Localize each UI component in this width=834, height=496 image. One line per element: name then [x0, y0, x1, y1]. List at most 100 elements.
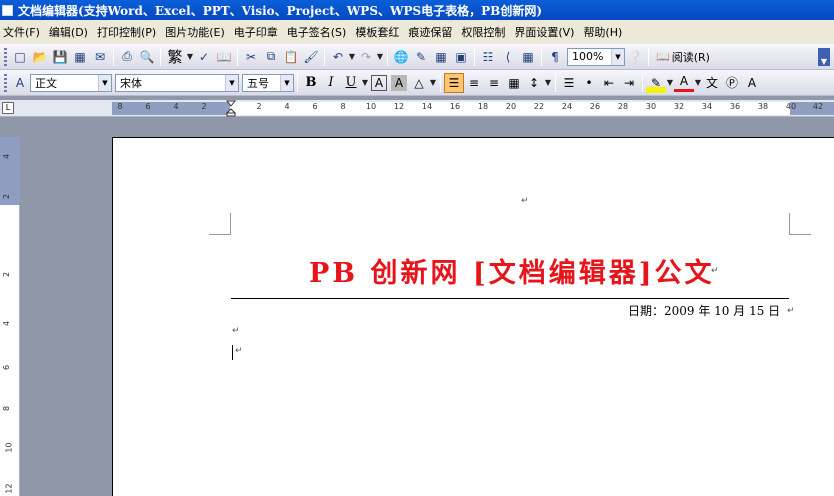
- menu-electronic-seal[interactable]: 电子印章: [231, 24, 284, 40]
- styles-formatting-icon[interactable]: A: [10, 73, 30, 93]
- vruler-number: 8: [2, 405, 12, 412]
- line-spacing-icon[interactable]: ↕: [524, 73, 544, 93]
- chevron-down-icon[interactable]: ▼: [429, 73, 437, 93]
- menu-permission-control[interactable]: 权限控制: [458, 24, 511, 40]
- font-size-select[interactable]: 五号 ▼: [242, 73, 294, 92]
- chevron-down-icon[interactable]: ▼: [376, 47, 384, 67]
- undo-icon[interactable]: ↶: [328, 47, 348, 67]
- increase-indent-icon[interactable]: ⇥: [619, 73, 639, 93]
- tab-selector[interactable]: L: [2, 102, 14, 114]
- redo-icon[interactable]: ↷: [356, 47, 376, 67]
- traditional-chinese-button[interactable]: 繁: [164, 47, 186, 67]
- menu-interface-settings[interactable]: 界面设置(V): [511, 24, 580, 40]
- align-center-icon[interactable]: ≡: [464, 73, 484, 93]
- email-icon[interactable]: ✉: [90, 47, 110, 67]
- chevron-down-icon[interactable]: ▼: [694, 73, 702, 93]
- menu-track-changes[interactable]: 痕迹保留: [405, 24, 458, 40]
- align-right-icon[interactable]: ≡: [484, 73, 504, 93]
- chevron-down-icon[interactable]: ▼: [666, 73, 674, 93]
- print-preview-icon[interactable]: 🔍: [137, 47, 157, 67]
- toolbar-grip[interactable]: [4, 73, 7, 92]
- ruler-number: 12: [393, 102, 405, 111]
- app-icon: [2, 4, 13, 16]
- print-icon[interactable]: ⎙: [117, 47, 137, 67]
- character-scaling-icon[interactable]: △: [409, 73, 429, 93]
- menu-image-functions[interactable]: 图片功能(E): [162, 24, 231, 40]
- columns-icon[interactable]: ☷: [478, 47, 498, 67]
- window-title: 文档编辑器(支持Word、Excel、PPT、Visio、Project、WPS…: [18, 3, 542, 18]
- font-select[interactable]: 宋体 ▼: [115, 73, 239, 92]
- menu-help[interactable]: 帮助(H): [580, 24, 628, 40]
- numbering-icon[interactable]: ☰: [559, 73, 579, 93]
- chevron-down-icon[interactable]: ▼: [186, 47, 194, 67]
- chevron-down-icon[interactable]: ▼: [361, 73, 369, 93]
- zoom-value: 100%: [572, 50, 604, 63]
- paragraph-mark-icon: ↵: [235, 346, 243, 356]
- chevron-down-icon[interactable]: ▼: [544, 73, 552, 93]
- chevron-down-icon[interactable]: ▼: [611, 48, 624, 65]
- ruler-number: 8: [117, 102, 123, 111]
- chevron-down-icon[interactable]: ▼: [348, 47, 356, 67]
- ruler-number: 2: [201, 102, 207, 111]
- title-bar: 文档编辑器(支持Word、Excel、PPT、Visio、Project、WPS…: [0, 0, 834, 20]
- ruler-number: 24: [561, 102, 573, 111]
- drawing-icon[interactable]: ⟨: [498, 47, 518, 67]
- zoom-select[interactable]: 100% ▼: [567, 47, 625, 66]
- paste-icon[interactable]: 📋: [281, 47, 301, 67]
- underline-button[interactable]: U: [341, 73, 361, 93]
- toolbar-separator: [113, 47, 114, 66]
- read-button[interactable]: 📖 阅读(R): [652, 47, 714, 67]
- ruler-number: 10: [365, 102, 377, 111]
- copy-icon[interactable]: ⧉: [261, 47, 281, 67]
- font-value: 宋体: [120, 76, 142, 90]
- align-justify-icon[interactable]: ☰: [444, 72, 464, 93]
- toolbar-grip[interactable]: [4, 47, 7, 66]
- font-color-icon[interactable]: A: [674, 74, 694, 92]
- menu-file[interactable]: 文件(F): [0, 24, 46, 40]
- phonetic-guide-icon[interactable]: 文: [702, 73, 722, 93]
- horizontal-ruler[interactable]: L 8 6 4 2 2 4 6 8 10 12 14 16 18 20 22 24 26 28 30 32 34 36 38…: [0, 100, 834, 117]
- document-map-icon[interactable]: ▦: [518, 47, 538, 67]
- enclose-characters-icon[interactable]: Ⓟ: [722, 73, 742, 93]
- highlight-icon[interactable]: ✎: [646, 72, 666, 93]
- italic-button[interactable]: I: [321, 73, 341, 93]
- cut-icon[interactable]: ✂: [241, 47, 261, 67]
- help-icon[interactable]: ❔: [625, 47, 645, 67]
- research-icon[interactable]: 📖: [214, 47, 234, 67]
- style-select[interactable]: 正文 ▼: [30, 73, 112, 92]
- character-border-icon[interactable]: A: [371, 74, 387, 91]
- chevron-down-icon[interactable]: ▼: [225, 74, 238, 91]
- insert-excel-icon[interactable]: ▣: [451, 47, 471, 67]
- new-document-icon[interactable]: □: [10, 47, 30, 67]
- format-painter-icon[interactable]: 🖌: [301, 47, 321, 67]
- indent-marker-icon[interactable]: [226, 100, 236, 117]
- character-shading-icon[interactable]: A: [391, 74, 407, 91]
- vertical-ruler[interactable]: 4 2 2 4 6 8 10 12: [0, 137, 20, 496]
- bullets-icon[interactable]: •: [579, 73, 599, 93]
- hyperlink-icon[interactable]: 🌐: [391, 47, 411, 67]
- menu-edit[interactable]: 编辑(D): [46, 24, 94, 40]
- tables-borders-icon[interactable]: ✎: [411, 47, 431, 67]
- distributed-icon[interactable]: ▦: [504, 73, 524, 93]
- toolbar-overflow-icon[interactable]: ▼: [818, 48, 830, 66]
- open-folder-icon[interactable]: 📂: [30, 47, 50, 67]
- chevron-down-icon[interactable]: ▼: [98, 74, 111, 91]
- menu-electronic-signature[interactable]: 电子签名(S): [284, 24, 353, 40]
- ruler-number: 30: [645, 102, 657, 111]
- decrease-indent-icon[interactable]: ⇤: [599, 73, 619, 93]
- grow-font-icon[interactable]: A: [742, 73, 762, 93]
- show-hide-icon[interactable]: ¶: [545, 47, 565, 67]
- ruler-number: 6: [145, 102, 151, 111]
- menu-print-control[interactable]: 打印控制(P): [94, 24, 162, 40]
- bold-button[interactable]: B: [301, 73, 321, 93]
- save-icon[interactable]: 💾: [50, 47, 70, 67]
- permission-icon[interactable]: ▦: [70, 47, 90, 67]
- chevron-down-icon[interactable]: ▼: [280, 74, 293, 91]
- menu-template-red[interactable]: 模板套红: [352, 24, 405, 40]
- spelling-icon[interactable]: ✓: [194, 47, 214, 67]
- insert-table-icon[interactable]: ▦: [431, 47, 451, 67]
- ruler-number: 28: [617, 102, 629, 111]
- document-page[interactable]: ↵ PB 创新网 [文档编辑器]公文 ↵ 日期：2009 年 10 月 15 日…: [112, 137, 834, 496]
- standard-toolbar: □ 📂 💾 ▦ ✉ ⎙ 🔍 繁 ▼ ✓ 📖 ✂ ⧉ 📋 🖌 ↶ ▼ ↷ ▼ 🌐 …: [0, 44, 834, 70]
- toolbar-separator: [474, 47, 475, 66]
